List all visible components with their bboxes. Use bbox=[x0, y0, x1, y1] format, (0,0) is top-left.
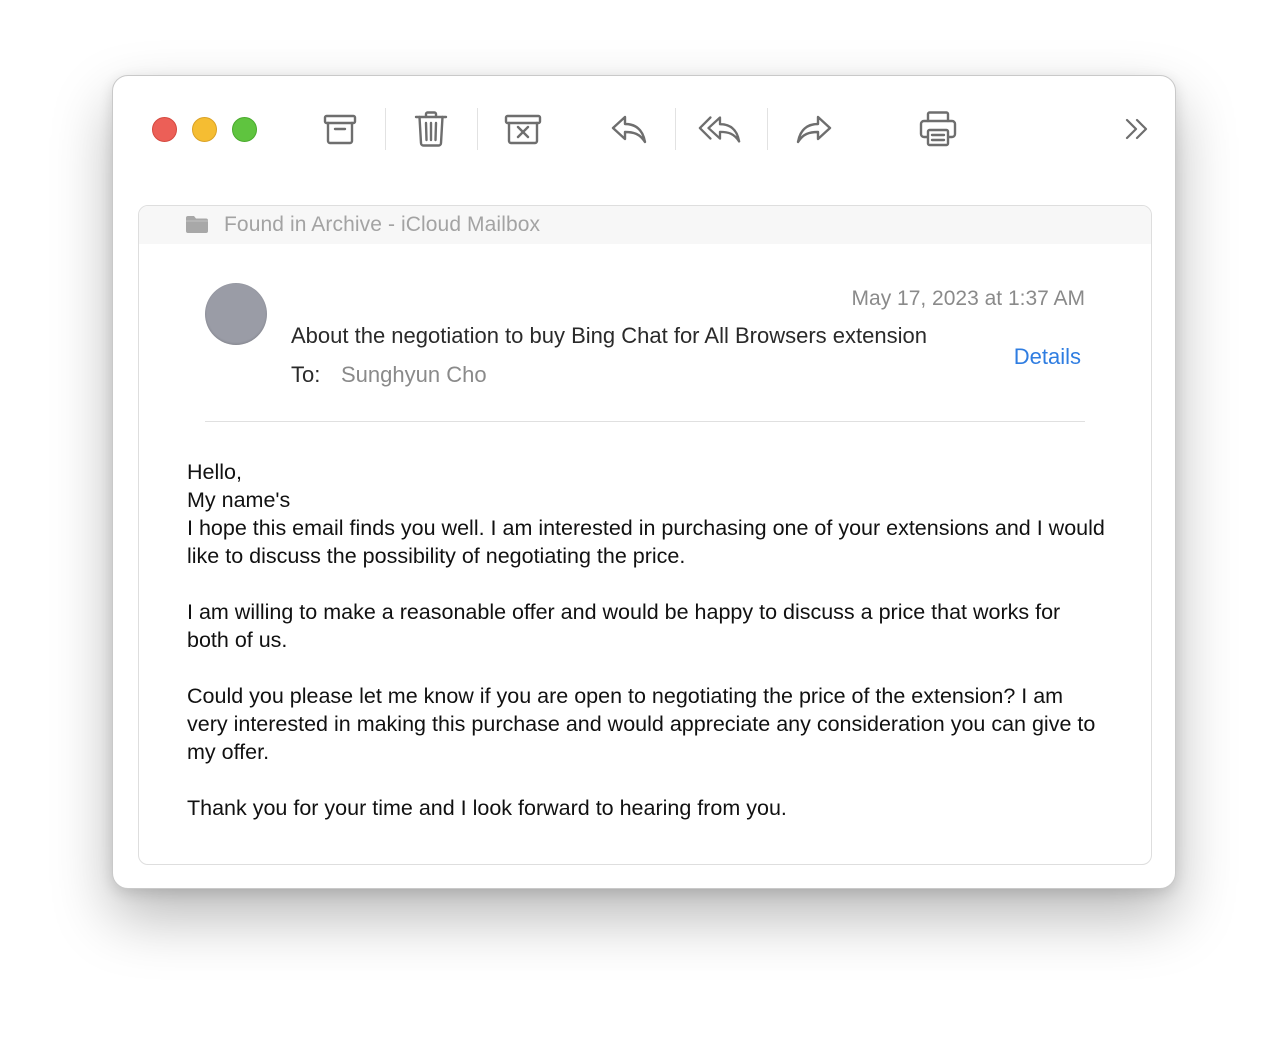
junk-button[interactable] bbox=[500, 107, 546, 151]
toolbar-separator bbox=[477, 108, 478, 150]
reply-icon bbox=[611, 115, 647, 144]
message-date: May 17, 2023 at 1:37 AM bbox=[851, 287, 1085, 310]
body-closing: Thank you for your time and I look forwa… bbox=[187, 796, 787, 820]
to-label: To: bbox=[291, 362, 321, 387]
mail-window: Found in Archive - iCloud Mailbox May 17… bbox=[112, 75, 1176, 889]
message-subject: About the negotiation to buy Bing Chat f… bbox=[291, 323, 927, 348]
body-greeting: Hello, bbox=[187, 460, 242, 484]
reply-all-button[interactable] bbox=[697, 107, 743, 151]
minimize-window-button[interactable] bbox=[192, 117, 217, 142]
toolbar-separator bbox=[767, 108, 768, 150]
print-icon bbox=[919, 111, 957, 147]
trash-icon bbox=[414, 111, 448, 147]
archive-icon bbox=[323, 114, 357, 145]
message-card: Found in Archive - iCloud Mailbox May 17… bbox=[138, 205, 1152, 865]
message-body: Hello, My name's I hope this email finds… bbox=[187, 458, 1107, 822]
junk-icon bbox=[504, 114, 542, 145]
mailbox-banner[interactable]: Found in Archive - iCloud Mailbox bbox=[139, 206, 1151, 244]
body-paragraph: Could you please let me know if you are … bbox=[187, 684, 1096, 764]
more-toolbar-button[interactable] bbox=[1114, 107, 1160, 151]
sender-avatar bbox=[205, 283, 267, 345]
archive-button[interactable] bbox=[317, 107, 363, 151]
body-paragraph: I hope this email finds you well. I am i… bbox=[187, 516, 1105, 568]
chevron-double-right-icon bbox=[1125, 118, 1148, 140]
body-name-line: My name's bbox=[187, 488, 291, 512]
toolbar-separator bbox=[675, 108, 676, 150]
close-window-button[interactable] bbox=[152, 117, 177, 142]
reply-all-icon bbox=[698, 116, 741, 143]
recipient-name[interactable]: Sunghyun Cho bbox=[341, 362, 487, 388]
mailbox-banner-text: Found in Archive - iCloud Mailbox bbox=[224, 213, 541, 236]
details-link[interactable]: Details bbox=[1014, 344, 1081, 370]
reply-button[interactable] bbox=[606, 107, 652, 151]
forward-button[interactable] bbox=[791, 107, 837, 151]
toolbar-separator bbox=[385, 108, 386, 150]
body-paragraph: I am willing to make a reasonable offer … bbox=[187, 600, 1061, 652]
forward-icon bbox=[796, 115, 832, 144]
print-button[interactable] bbox=[915, 107, 961, 151]
header-divider bbox=[205, 421, 1085, 422]
delete-button[interactable] bbox=[408, 107, 454, 151]
maximize-window-button[interactable] bbox=[232, 117, 257, 142]
folder-icon bbox=[186, 216, 208, 233]
